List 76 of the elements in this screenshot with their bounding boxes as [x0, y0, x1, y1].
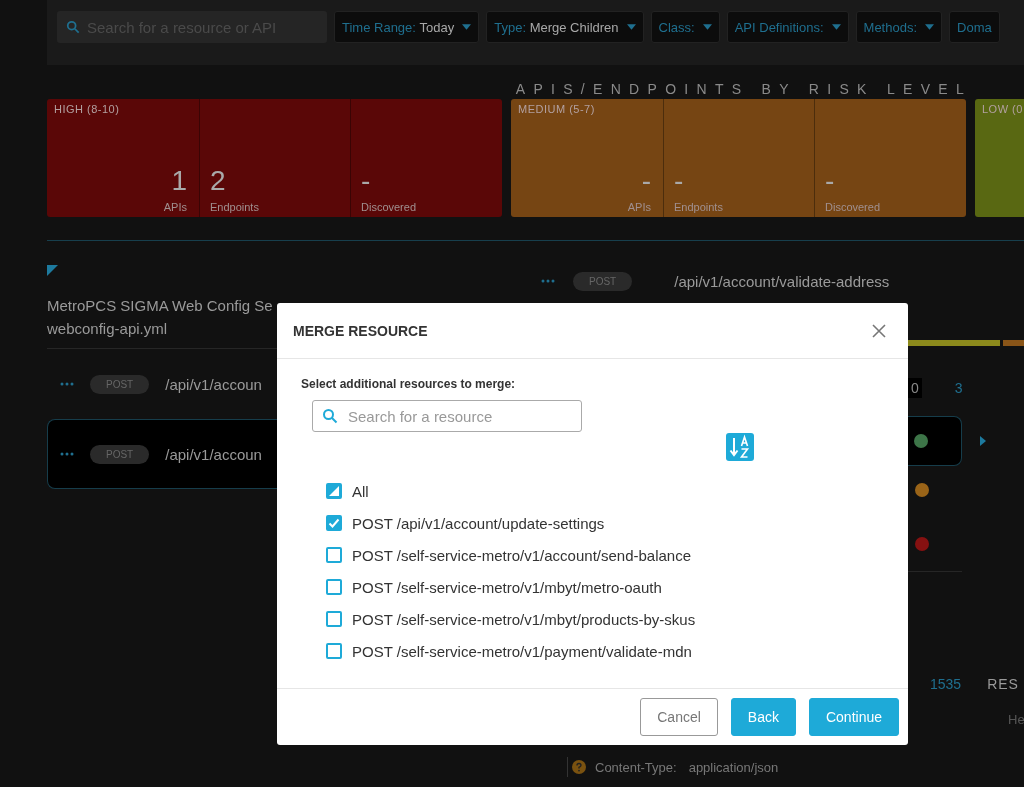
checkbox-label: POST /api/v1/account/update-settings	[352, 514, 605, 532]
stat-value: -	[825, 167, 836, 195]
corner-triangle-icon	[47, 265, 58, 276]
checkbox[interactable]	[326, 611, 342, 627]
filter-dropdown[interactable]: API Definitions:	[726, 11, 849, 43]
checkbox-label: POST /self-service-metro/v1/payment/validate-mdn	[352, 642, 692, 660]
count-tab[interactable]: 3	[951, 378, 966, 398]
more-icon[interactable]	[60, 452, 74, 456]
sort-alphabetical-icon[interactable]	[726, 433, 754, 461]
stat-label: Endpoints	[674, 201, 724, 213]
definition-file-name: webconfig-api.yml	[47, 320, 169, 337]
filter-dropdown[interactable]: Doma	[949, 11, 1000, 43]
stat-label: Discovered	[361, 201, 418, 213]
checkbox[interactable]	[326, 643, 342, 659]
stat-value: 1	[171, 167, 187, 195]
endpoint-path: /api/v1/accoun	[165, 445, 262, 463]
risk-level-card[interactable]: LOW (0	[975, 99, 1024, 217]
caret-icon	[925, 24, 935, 30]
checkbox[interactable]	[326, 515, 342, 531]
method-tag: POST	[90, 374, 150, 394]
checkbox-label: POST /self-service-metro/v1/account/send-balance	[352, 546, 692, 564]
arrow-right-icon	[980, 436, 986, 446]
dialog-prompt: Select additional resources to merge:	[301, 377, 517, 391]
search-icon	[322, 408, 338, 424]
secondary-button[interactable]: Cancel	[640, 698, 718, 736]
checkbox[interactable]	[326, 579, 342, 595]
section-title: APIS/ENDPOINTS BY RISK LEVEL	[515, 81, 972, 98]
header-value: application/json	[688, 759, 779, 775]
stat-label: Discovered	[825, 201, 882, 213]
dialog-title: MERGE RESOURCE	[293, 322, 428, 339]
endpoint-row[interactable]: POST /api/v1/accoun	[47, 419, 277, 489]
endpoint-path: /api/v1/account/validate-address	[674, 272, 890, 290]
filter-dropdown[interactable]: Time Range: Today	[334, 11, 480, 43]
method-tag: POST	[90, 444, 150, 464]
definition-title: MetroPCS SIGMA Web Config Se	[47, 297, 274, 314]
stat-label: APIs	[627, 201, 651, 213]
checkbox-label: POST /self-service-metro/v1/mbyt/products-by-skus	[352, 610, 696, 628]
risk-level-card[interactable]: MEDIUM (5-7) - APIs - Endpoints - Discovered	[511, 99, 966, 217]
checkbox-label: POST /self-service-metro/v1/mbyt/metro-oauth	[352, 578, 662, 596]
filter-dropdown[interactable]: Type: Merge Children	[486, 11, 644, 43]
count-tab[interactable]: 0	[908, 378, 922, 398]
resource-search-field[interactable]: Search for a resource	[312, 400, 582, 432]
caret-icon	[831, 24, 841, 30]
response-label: RES	[987, 676, 1019, 692]
stat-label: Endpoints	[210, 201, 260, 213]
checkbox[interactable]	[326, 483, 342, 499]
caret-icon	[702, 24, 712, 30]
risk-level-label: LOW (0	[982, 103, 1023, 115]
stat-value: -	[361, 167, 372, 195]
help-icon	[572, 760, 586, 774]
header-name: Content-Type:	[595, 759, 677, 775]
close-icon[interactable]	[872, 323, 886, 338]
endpoint-row[interactable]: POST /api/v1/accoun	[47, 365, 277, 403]
primary-button[interactable]: Back	[730, 698, 796, 736]
more-icon[interactable]	[541, 279, 555, 283]
filter-dropdown[interactable]: Class:	[650, 11, 720, 43]
risk-level-label: HIGH (8-10)	[54, 103, 120, 115]
caret-icon	[626, 24, 636, 30]
risk-level-card[interactable]: HIGH (8-10) 1 APIs 2 Endpoints - Discovered	[47, 99, 502, 217]
checkbox-label: All	[352, 482, 369, 500]
stat-value: -	[641, 167, 651, 195]
more-icon[interactable]	[60, 382, 74, 386]
filter-dropdown[interactable]: Methods:	[855, 11, 943, 43]
caret-icon	[462, 24, 472, 30]
status-row[interactable]	[908, 416, 962, 466]
primary-button[interactable]: Continue	[808, 698, 899, 736]
stat-label: APIs	[163, 201, 187, 213]
endpoint-path: /api/v1/accoun	[165, 375, 262, 393]
header-label: He	[1008, 712, 1024, 727]
search-icon	[66, 20, 80, 34]
method-tag: POST	[573, 271, 633, 291]
response-code: 1535	[930, 676, 962, 692]
stat-value: -	[674, 167, 685, 195]
checkbox[interactable]	[326, 547, 342, 563]
stat-value: 2	[210, 167, 227, 195]
risk-level-label: MEDIUM (5-7)	[518, 103, 595, 115]
